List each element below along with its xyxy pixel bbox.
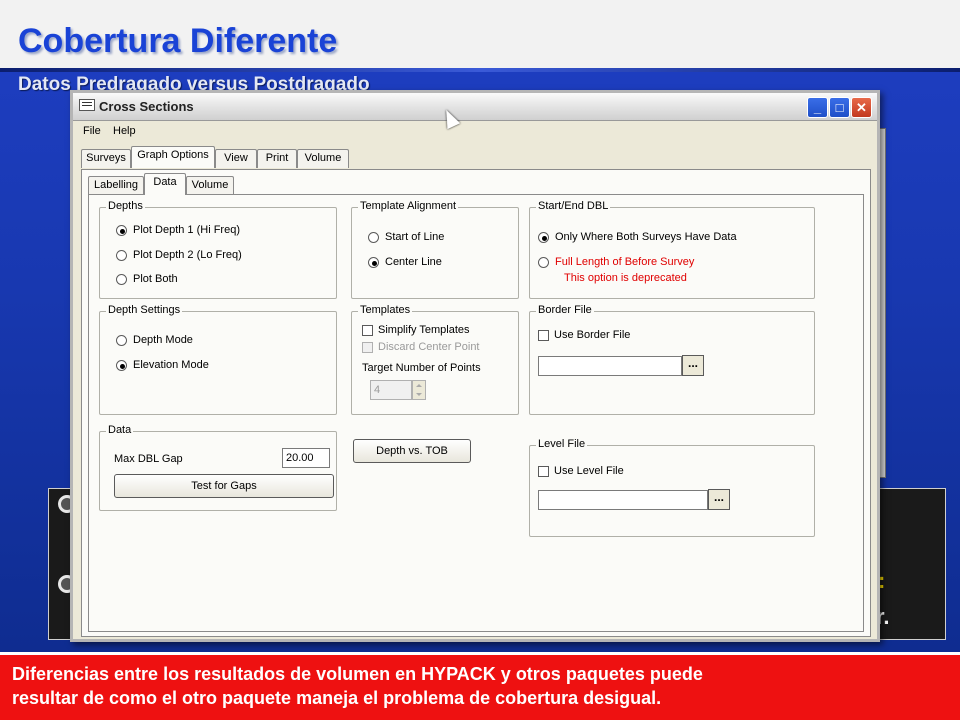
radio-plot-depth-1[interactable]: Plot Depth 1 (Hi Freq): [116, 224, 240, 236]
radio-plot-both[interactable]: Plot Both: [116, 273, 178, 285]
menu-file[interactable]: File: [83, 125, 101, 137]
checkbox-label: Simplify Templates: [378, 324, 470, 336]
target-points-label: Target Number of Points: [362, 362, 481, 374]
target-points-spinner[interactable]: [412, 380, 426, 400]
slide-header: Cobertura Diferente: [0, 0, 960, 70]
checkbox-label: Discard Center Point: [378, 341, 480, 353]
tab-volume[interactable]: Volume: [297, 149, 349, 168]
depth-vs-tob-button[interactable]: Depth vs. TOB: [353, 439, 471, 463]
mouse-cursor-icon: [439, 106, 461, 130]
subtab-labelling[interactable]: Labelling: [88, 176, 144, 195]
radio-plot-depth-2[interactable]: Plot Depth 2 (Lo Freq): [116, 249, 242, 261]
tab-surveys[interactable]: Surveys: [81, 149, 131, 168]
header-stripe: [0, 68, 960, 72]
radio-start-of-line[interactable]: Start of Line: [368, 231, 444, 243]
depths-group: Depths Plot Depth 1 (Hi Freq) Plot Depth…: [99, 200, 337, 299]
border-file-label: Border File: [536, 304, 594, 316]
checkbox-simplify-templates[interactable]: Simplify Templates: [362, 324, 470, 336]
radio-icon: [538, 231, 549, 243]
depth-settings-label: Depth Settings: [106, 304, 183, 316]
radio-both-surveys[interactable]: Only Where Both Surveys Have Data: [538, 231, 737, 243]
footer-line: resultar de como el otro paquete maneja …: [12, 688, 662, 708]
slide-title: Cobertura Diferente: [18, 22, 338, 60]
border-file-group: Border File Use Border File ...: [529, 304, 815, 415]
radio-center-line[interactable]: Center Line: [368, 256, 442, 268]
data-page: Depths Plot Depth 1 (Hi Freq) Plot Depth…: [88, 194, 864, 632]
checkbox-use-level-file[interactable]: Use Level File: [538, 465, 624, 477]
graph-options-page: Labelling Data Volume Depths Plot Depth …: [81, 169, 871, 637]
level-file-label: Level File: [536, 438, 588, 450]
radio-label: Start of Line: [385, 231, 445, 243]
level-file-browse-button[interactable]: ...: [708, 489, 730, 510]
test-for-gaps-button[interactable]: Test for Gaps: [114, 474, 334, 498]
radio-icon: [116, 273, 127, 285]
template-alignment-label: Template Alignment: [358, 200, 458, 212]
maximize-button[interactable]: □: [829, 97, 850, 118]
max-dbl-gap-input[interactable]: 20.00: [282, 448, 330, 468]
tab-print[interactable]: Print: [257, 149, 297, 168]
target-points-input[interactable]: 4: [370, 380, 412, 400]
footer-line: Diferencias entre los resultados de volu…: [12, 664, 703, 684]
radio-icon: [116, 249, 127, 261]
templates-label: Templates: [358, 304, 413, 316]
subtab-volume[interactable]: Volume: [186, 176, 234, 195]
checkbox-label: Use Level File: [554, 465, 624, 477]
footer-banner: Diferencias entre los resultados de volu…: [0, 652, 960, 720]
level-file-input[interactable]: [538, 490, 708, 510]
template-alignment-group: Template Alignment Start of Line Center …: [351, 200, 519, 299]
radio-icon: [368, 231, 379, 243]
radio-label: Plot Depth 1 (Hi Freq): [133, 224, 240, 236]
deprecated-note: This option is deprecated: [564, 272, 687, 284]
data-group: Data Max DBL Gap 20.00 Test for Gaps: [99, 424, 337, 511]
subtab-data[interactable]: Data: [144, 173, 186, 195]
radio-label: Plot Depth 2 (Lo Freq): [133, 249, 242, 261]
window-icon: [79, 99, 95, 111]
title-bar[interactable]: Cross Sections _ □ ✕: [73, 93, 877, 130]
radio-label: Elevation Mode: [133, 359, 209, 371]
checkbox-icon: [362, 324, 373, 336]
radio-icon: [538, 256, 549, 268]
radio-full-length[interactable]: Full Length of Before Survey: [538, 256, 694, 268]
max-dbl-gap-label: Max DBL Gap: [114, 453, 183, 465]
border-file-browse-button[interactable]: ...: [682, 355, 704, 376]
depth-settings-group: Depth Settings Depth Mode Elevation Mode: [99, 304, 337, 415]
start-end-dbl-group: Start/End DBL Only Where Both Surveys Ha…: [529, 200, 815, 299]
radio-label: Full Length of Before Survey: [555, 256, 695, 268]
radio-icon: [368, 256, 379, 268]
checkbox-use-border-file[interactable]: Use Border File: [538, 329, 630, 341]
radio-depth-mode[interactable]: Depth Mode: [116, 334, 193, 346]
templates-group: Templates Simplify Templates Discard Cen…: [351, 304, 519, 415]
checkbox-icon: [538, 329, 549, 341]
cross-sections-window: Cross Sections _ □ ✕ File Help Surveys G…: [70, 90, 880, 642]
radio-icon: [116, 359, 127, 371]
radio-label: Depth Mode: [133, 334, 193, 346]
depths-group-label: Depths: [106, 200, 145, 212]
checkbox-icon: [362, 341, 373, 353]
close-button[interactable]: ✕: [851, 97, 872, 118]
radio-label: Only Where Both Surveys Have Data: [555, 231, 737, 243]
checkbox-label: Use Border File: [554, 329, 631, 341]
menu-help[interactable]: Help: [113, 125, 136, 137]
tab-view[interactable]: View: [215, 149, 257, 168]
border-file-input[interactable]: [538, 356, 682, 376]
radio-label: Center Line: [385, 256, 442, 268]
main-tabs: Surveys Graph Options View Print Volume: [81, 146, 871, 171]
tab-graph-options[interactable]: Graph Options: [131, 146, 215, 168]
footer-text: Diferencias entre los resultados de volu…: [12, 662, 942, 710]
radio-label: Plot Both: [133, 273, 178, 285]
level-file-group: Level File Use Level File ...: [529, 438, 815, 537]
start-end-dbl-label: Start/End DBL: [536, 200, 611, 212]
radio-elevation-mode[interactable]: Elevation Mode: [116, 359, 209, 371]
window-title: Cross Sections: [99, 99, 194, 114]
radio-icon: [116, 334, 127, 346]
radio-icon: [116, 224, 127, 236]
checkbox-discard-center-point[interactable]: Discard Center Point: [362, 341, 480, 353]
data-group-label: Data: [106, 424, 134, 436]
checkbox-icon: [538, 465, 549, 477]
minimize-button[interactable]: _: [807, 97, 828, 118]
